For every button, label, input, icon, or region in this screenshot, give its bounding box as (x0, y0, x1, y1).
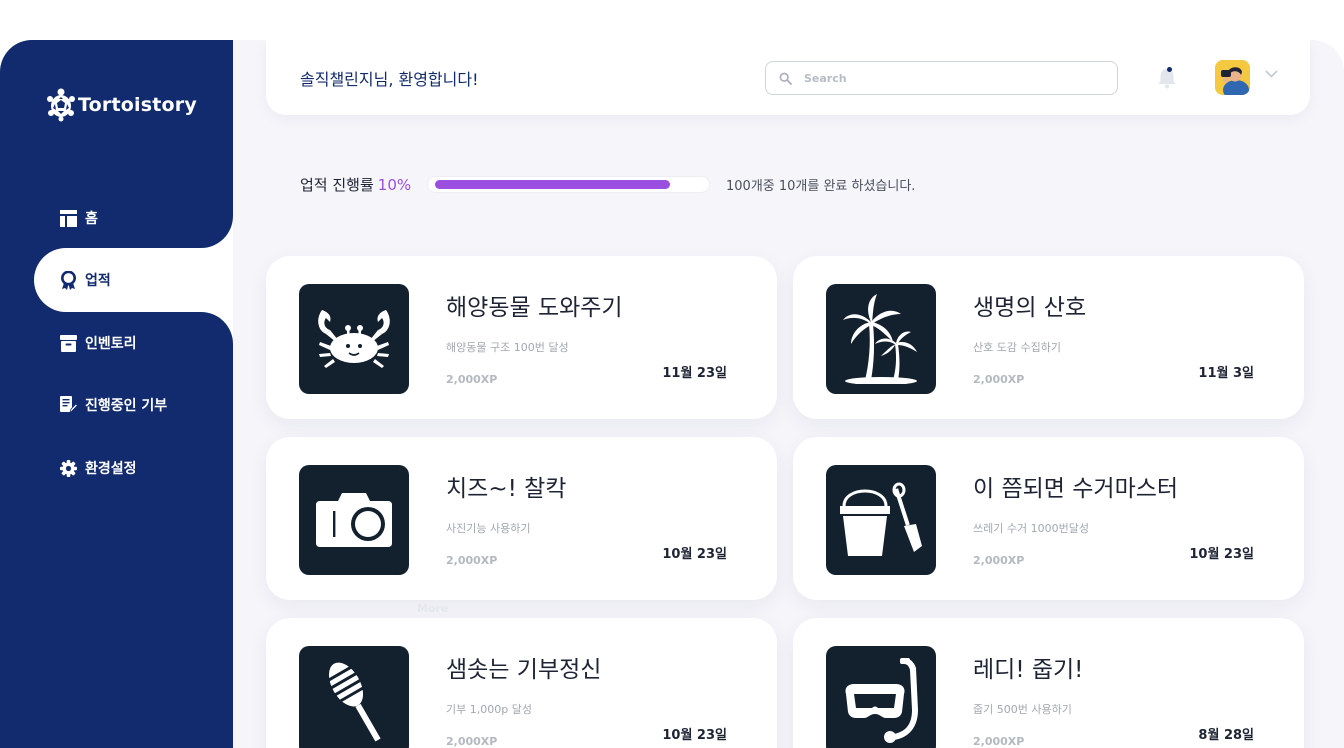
sidebar-item-achievements[interactable]: 업적 (60, 270, 111, 290)
achievement-xp: 2,000XP (973, 554, 1025, 567)
nav-active-curve-bottom (201, 312, 233, 344)
achievement-description: 산호 도감 수집하기 (973, 341, 1061, 354)
achievement-icon-box (299, 646, 409, 748)
user-avatar-icon (1215, 60, 1250, 95)
search-icon (779, 72, 792, 85)
avatar[interactable] (1215, 60, 1250, 95)
crab-icon (318, 310, 390, 368)
search-input[interactable] (804, 68, 1104, 88)
chevron-down-icon[interactable] (1265, 70, 1278, 78)
achievement-card[interactable]: 치즈~! 찰칵 사진기능 사용하기 2,000XP 10월 23일 (266, 437, 777, 600)
document-edit-icon (60, 396, 77, 414)
achievement-xp: 2,000XP (446, 554, 498, 567)
progress-percent: 10% (377, 175, 412, 194)
achievement-date: 10월 23일 (662, 547, 727, 562)
sidebar-item-donations[interactable]: 진행중인 기부 (60, 395, 167, 415)
sidebar-item-label: 환경설정 (85, 461, 137, 477)
sidebar-item-label: 인벤토리 (85, 336, 137, 352)
achievement-description: 사진기능 사용하기 (446, 522, 531, 535)
achievement-title: 해양동물 도와주기 (446, 295, 623, 321)
top-header: 솔직챌린지님, 환영합니다! (266, 40, 1310, 115)
sidebar-item-settings[interactable]: 환경설정 (60, 458, 137, 478)
gear-icon (60, 459, 77, 477)
progress-bar (427, 176, 710, 193)
achievement-title: 생명의 산호 (973, 295, 1087, 321)
achievement-date: 11월 23일 (662, 366, 727, 381)
ghost-label: More (417, 602, 449, 615)
progress-header: 업적 진행률 10% (300, 174, 411, 195)
achievement-title: 샘솟는 기부정신 (446, 657, 602, 683)
achievement-xp: 2,000XP (973, 735, 1025, 748)
achievement-description: 기부 1,000p 달성 (446, 703, 532, 716)
achievement-description: 줍기 500번 사용하기 (973, 703, 1072, 716)
search-box[interactable] (765, 61, 1118, 95)
welcome-message: 솔직챌린지님, 환영합니다! (300, 70, 479, 89)
achievement-icon-box (826, 284, 936, 394)
palm-tree-icon (843, 294, 917, 384)
achievement-title: 레디! 줍기! (973, 657, 1084, 683)
snorkel-mask-icon (845, 658, 918, 743)
achievement-card[interactable]: 레디! 줍기! 줍기 500번 사용하기 2,000XP 8월 28일 (793, 618, 1304, 748)
achievement-xp: 2,000XP (973, 373, 1025, 386)
achievement-date: 10월 23일 (1189, 547, 1254, 562)
achievement-icon-box (299, 465, 409, 575)
achievement-description: 해양동물 구조 100번 달성 (446, 341, 569, 354)
progress-label: 업적 진행률 (300, 176, 374, 194)
turtle-logo-icon (47, 88, 75, 122)
brand-logo[interactable]: Tortoistory (46, 88, 197, 122)
achievement-xp: 2,000XP (446, 373, 498, 386)
sidebar: Tortoistory 홈 업적 인벤토리 진행중인 기부 환경설정 (0, 40, 233, 748)
brand-name: Tortoistory (78, 94, 197, 116)
sidebar-item-inventory[interactable]: 인벤토리 (60, 333, 137, 353)
progress-bar-fill (435, 180, 670, 189)
achievement-description: 쓰레기 수거 1000번달성 (973, 522, 1089, 535)
achievement-card[interactable]: 이 쯤되면 수거마스터 쓰레기 수거 1000번달성 2,000XP 10월 2… (793, 437, 1304, 600)
achievement-card[interactable]: 샘솟는 기부정신 기부 1,000p 달성 2,000XP 10월 23일 (266, 618, 777, 748)
award-icon (61, 270, 76, 290)
achievement-date: 8월 28일 (1198, 728, 1254, 743)
bell-icon[interactable] (1157, 66, 1177, 90)
achievement-icon-box (826, 646, 936, 748)
sidebar-item-label: 업적 (85, 273, 111, 289)
achievement-title: 이 쯤되면 수거마스터 (973, 476, 1179, 502)
nav-active-curve-top (201, 216, 233, 248)
achievement-xp: 2,000XP (446, 735, 498, 748)
achievement-title: 치즈~! 찰칵 (446, 476, 567, 502)
archive-icon (60, 334, 77, 352)
achievement-card[interactable]: 해양동물 도와주기 해양동물 구조 100번 달성 2,000XP 11월 23… (266, 256, 777, 419)
camera-icon (316, 493, 392, 547)
progress-note: 100개중 10개를 완료 하셨습니다. (726, 179, 916, 194)
bucket-shovel-icon (840, 482, 922, 556)
achievement-icon-box (826, 465, 936, 575)
achievement-card[interactable]: 생명의 산호 산호 도감 수집하기 2,000XP 11월 3일 (793, 256, 1304, 419)
sidebar-item-home[interactable]: 홈 (60, 208, 98, 228)
achievement-date: 11월 3일 (1198, 366, 1254, 381)
microphone-icon (326, 662, 381, 742)
sidebar-item-label: 홈 (85, 211, 98, 227)
layout-icon (60, 209, 77, 227)
achievement-icon-box (299, 284, 409, 394)
sidebar-item-label: 진행중인 기부 (85, 398, 168, 414)
achievement-date: 10월 23일 (662, 728, 727, 743)
app-frame: Tortoistory 홈 업적 인벤토리 진행중인 기부 환경설정 솔직챌린지… (0, 40, 1344, 748)
